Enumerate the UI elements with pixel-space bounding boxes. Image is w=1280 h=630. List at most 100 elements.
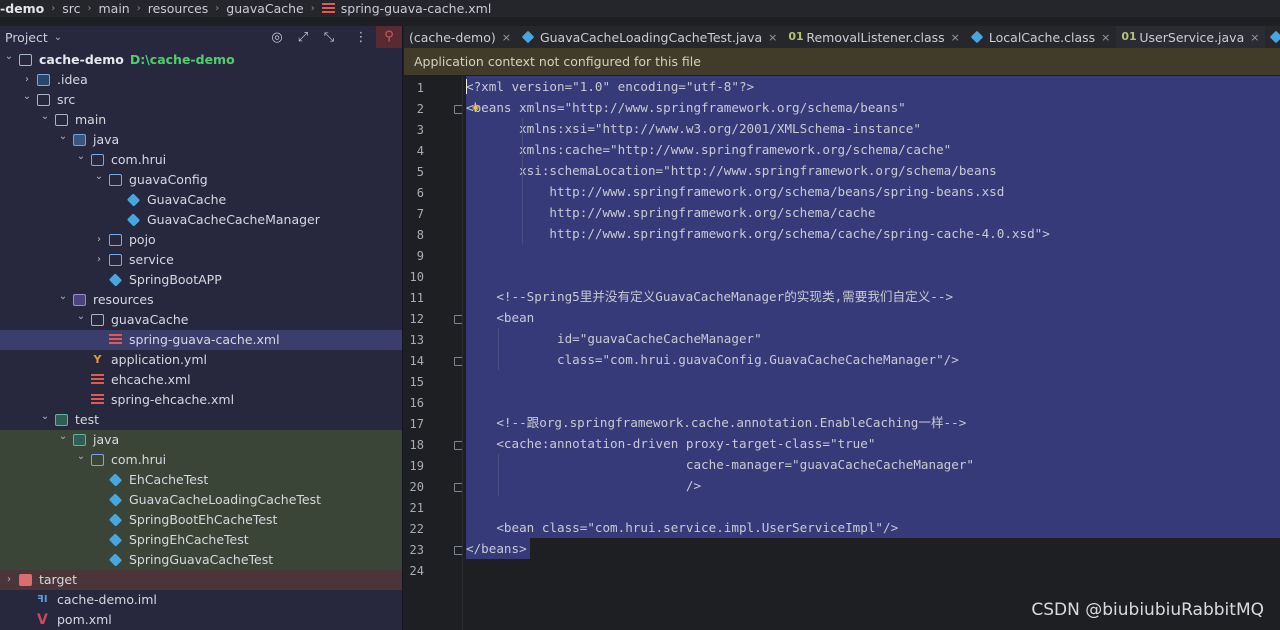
tree-item[interactable]: EhCacheTest [0, 470, 402, 490]
chevron-down-icon[interactable]: ⌄ [57, 287, 69, 307]
project-path: D:\cache-demo [129, 52, 235, 67]
code-line[interactable]: <bean [466, 307, 1280, 328]
code-line[interactable]: cache-manager="guavaCacheCacheManager" [466, 454, 1280, 475]
tree-item[interactable]: SpringGuavaCacheTest [0, 550, 402, 570]
chevron-down-icon[interactable]: ⌄ [57, 127, 69, 147]
breadcrumb-item[interactable]: main [96, 1, 131, 16]
close-icon[interactable]: × [951, 31, 960, 44]
chevron-down-icon[interactable]: ⌄ [3, 47, 15, 67]
chevron-down-icon[interactable]: ⌄ [39, 107, 51, 127]
tree-item[interactable]: ⌄ com.hrui [0, 447, 402, 470]
line-number: 4 [416, 144, 424, 158]
search-icon[interactable]: ⚲ [376, 26, 402, 48]
close-icon[interactable]: × [1250, 31, 1259, 44]
tree-item[interactable]: ehcache.xml [0, 370, 402, 390]
code-area[interactable]: 1 2 3 4 5 6 7 8 9 10 11 12 13 14 15 16 17 18 19 20 21 22 23 24 … [404, 76, 1280, 630]
code-line[interactable]: http://www.springframework.org/schema/ca… [466, 223, 1280, 244]
tree-item[interactable]: ⌄ com.hrui [0, 147, 402, 170]
binary-class-icon: 01 [788, 30, 804, 43]
chevron-down-icon[interactable]: ⌄ [21, 87, 33, 107]
code-text[interactable]: <?xml version="1.0" encoding="utf-8"?> <b… [466, 76, 1280, 580]
editor-tab[interactable]: (cache-demo) × [404, 26, 517, 48]
code-line[interactable] [466, 496, 1280, 517]
breadcrumb-item[interactable]: resources [146, 1, 211, 16]
locate-target-icon[interactable]: ◎ [264, 30, 290, 45]
tree-item[interactable]: SpringBootEhCacheTest [0, 510, 402, 530]
tree-item[interactable]: ⌄ guavaCache [0, 307, 402, 330]
breadcrumb-item[interactable]: src [60, 1, 82, 16]
code-line[interactable]: <!--Spring5里并没有定义GuavaCacheManager的实现类,需… [466, 286, 1280, 307]
editor-tab[interactable]: 01 UserService.java × [1116, 26, 1266, 48]
tree-item[interactable]: SpringEhCacheTest [0, 530, 402, 550]
chevron-down-icon[interactable]: ⌄ [93, 167, 105, 187]
code-line[interactable]: http://www.springframework.org/schema/ca… [466, 202, 1280, 223]
code-line[interactable]: <cache:annotation-driven proxy-target-cl… [466, 433, 1280, 454]
tree-item[interactable]: Vpom.xml [0, 610, 402, 630]
breadcrumb-item[interactable]: guavaCache [224, 1, 305, 16]
chevron-right-icon[interactable]: › [93, 230, 105, 250]
tree-item[interactable]: ⌄ java [0, 127, 402, 150]
chevron-down-icon[interactable]: ⌄ [75, 147, 87, 167]
tree-item[interactable]: GuavaCache [0, 190, 402, 210]
editor-tab[interactable]: Spri [1265, 26, 1280, 48]
close-icon[interactable]: × [502, 31, 511, 44]
code-line[interactable]: xmlns:xsi="http://www.w3.org/2001/XMLSch… [466, 118, 1280, 139]
chevron-right-icon[interactable]: › [3, 570, 15, 590]
tree-item[interactable]: › service [0, 250, 402, 270]
code-line[interactable]: id="guavaCacheCacheManager" [466, 328, 1280, 349]
tree-item[interactable]: ⌄ guavaConfig [0, 167, 402, 190]
code-line[interactable] [466, 265, 1280, 286]
editor-tab[interactable]: GuavaCacheLoadingCacheTest.java × [517, 26, 783, 48]
project-view-selector[interactable]: Project [5, 30, 48, 45]
code-line[interactable]: xsi:schemaLocation="http://www.springfra… [466, 160, 1280, 181]
breadcrumb-item[interactable]: -demo [0, 1, 46, 16]
chevron-down-icon[interactable]: ⌄ [39, 407, 51, 427]
line-number: 8 [416, 228, 424, 242]
code-line[interactable] [466, 370, 1280, 391]
code-line[interactable]: http://www.springframework.org/schema/be… [466, 181, 1280, 202]
chevron-down-icon[interactable]: ⌄ [57, 427, 69, 447]
code-line[interactable]: </beans> [466, 538, 530, 559]
expand-all-icon[interactable]: ⤢ [290, 30, 316, 45]
tree-item[interactable]: Yapplication.yml [0, 350, 402, 370]
code-line[interactable]: xmlns:cache="http://www.springframework.… [466, 139, 1280, 160]
chevron-down-icon[interactable]: ⌄ [54, 32, 62, 43]
tree-item[interactable]: spring-guava-cache.xml [0, 330, 402, 350]
options-menu-icon[interactable]: ⋮ [350, 30, 372, 45]
tree-item[interactable]: ⌄ resources [0, 287, 402, 310]
tree-item[interactable]: ⌄ cache-demo D:\cache-demo [0, 47, 402, 70]
tree-item[interactable]: GuavaCacheLoadingCacheTest [0, 490, 402, 510]
collapse-all-icon[interactable]: ⤡ [316, 30, 342, 45]
code-line[interactable]: <?xml version="1.0" encoding="utf-8"?> [466, 76, 1280, 97]
code-line[interactable]: <!--跟org.springframework.cache.annotatio… [466, 412, 1280, 433]
code-line[interactable]: class="com.hrui.guavaConfig.GuavaCacheCa… [466, 349, 1280, 370]
code-line[interactable]: /> [466, 475, 1280, 496]
tree-item[interactable]: › pojo [0, 230, 402, 250]
line-number: 3 [416, 123, 424, 137]
tree-item[interactable]: GuavaCacheCacheManager [0, 210, 402, 230]
chevron-down-icon[interactable]: ⌄ [75, 447, 87, 467]
code-line[interactable]: <beans xmlns="http://www.springframework… [466, 97, 1280, 118]
editor-tab[interactable]: 01 RemovalListener.class × [783, 26, 966, 48]
tree-item-label: src [57, 92, 76, 107]
tree-item[interactable]: › .idea [0, 70, 402, 90]
editor-tab[interactable]: LocalCache.class × [966, 26, 1117, 48]
code-line[interactable]: <bean class="com.hrui.service.impl.UserS… [466, 517, 1280, 538]
code-line[interactable] [466, 391, 1280, 412]
tree-item[interactable]: ꟻI cache-demo.iml [0, 590, 402, 610]
chevron-right-icon[interactable]: › [93, 250, 105, 270]
package-icon [109, 254, 122, 266]
close-icon[interactable]: × [1101, 31, 1110, 44]
close-icon[interactable]: × [768, 31, 777, 44]
chevron-down-icon[interactable]: ⌄ [75, 307, 87, 327]
xml-file-icon [321, 3, 335, 14]
breadcrumb-item[interactable]: spring-guava-cache.xml [339, 1, 494, 16]
tree-item[interactable]: spring-ehcache.xml [0, 390, 402, 410]
tree-item[interactable]: ⌄ src [0, 87, 402, 110]
code-line[interactable] [466, 559, 1280, 580]
indent-guide [522, 223, 523, 244]
tree-item[interactable]: ⌄ java [0, 427, 402, 450]
tree-item[interactable]: › target [0, 570, 402, 590]
lightbulb-icon[interactable]: ✺ [472, 97, 479, 118]
code-line[interactable] [466, 244, 1280, 265]
